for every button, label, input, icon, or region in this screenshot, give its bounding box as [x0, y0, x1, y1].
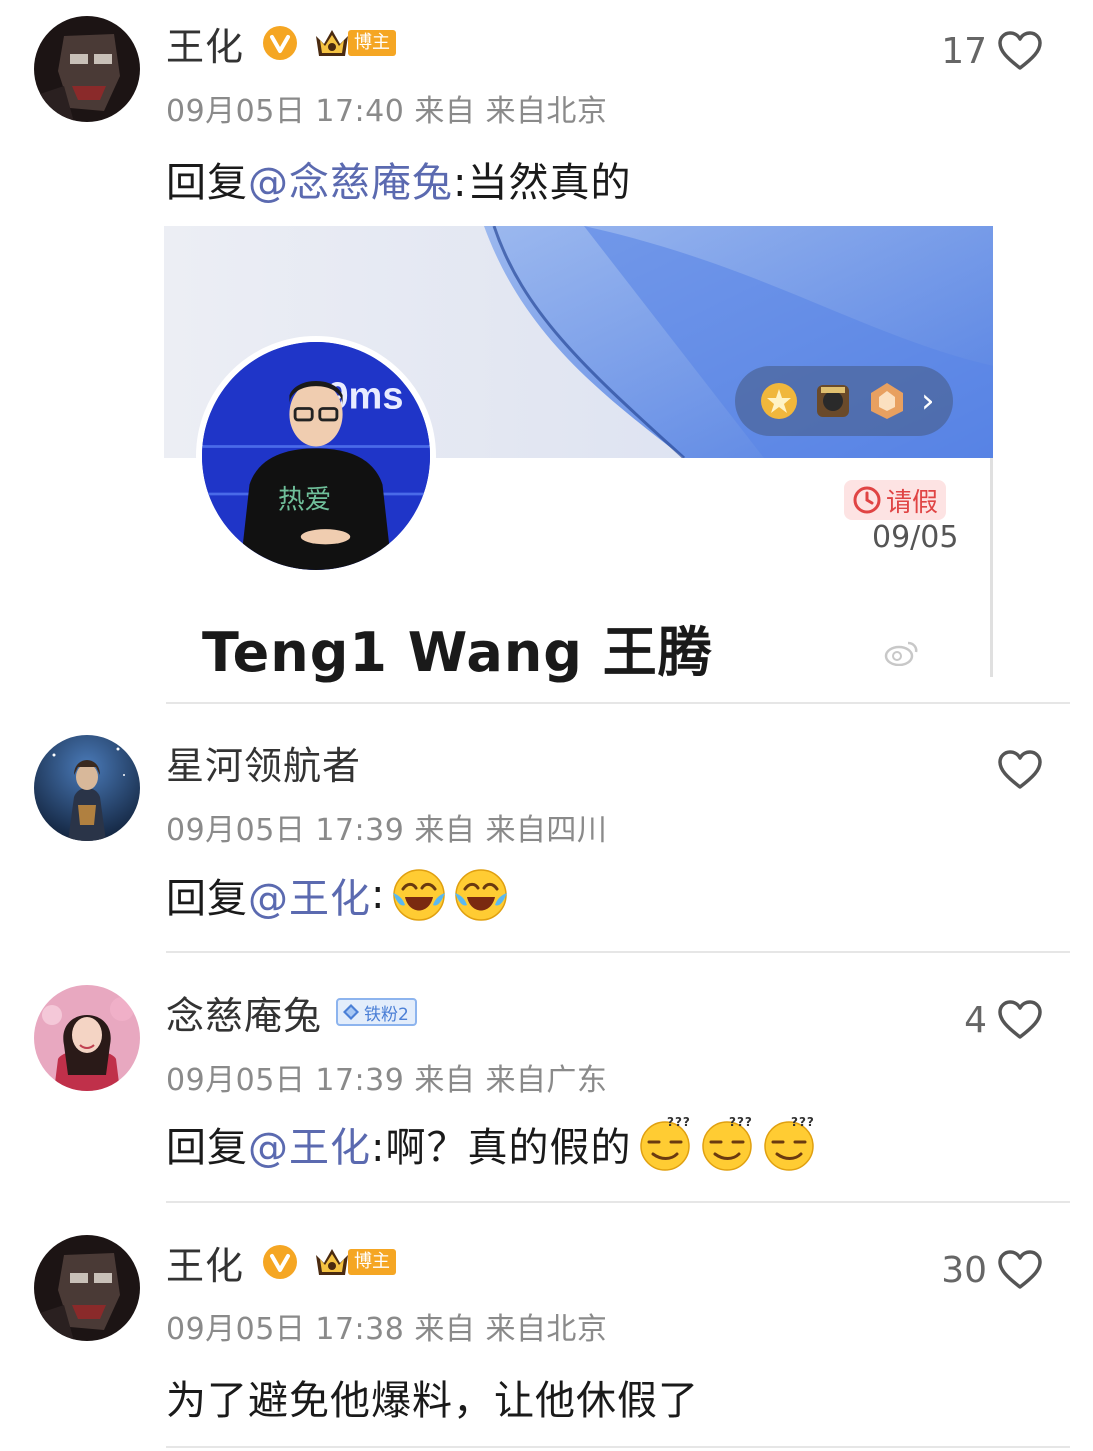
comment-time: 09月05日 17:39: [166, 1063, 405, 1098]
host-badge: 博主: [312, 26, 397, 60]
author-name[interactable]: 王化: [166, 16, 244, 71]
reply-prefix: 回复: [166, 876, 248, 922]
fan-level-badge: 铁粉2: [336, 998, 417, 1026]
author-name[interactable]: 星河领航者: [166, 735, 361, 790]
divider: [166, 1201, 1070, 1203]
author-name[interactable]: 念慈庵兔: [166, 985, 322, 1040]
avatar[interactable]: [34, 735, 140, 841]
gold-medal-icon: [761, 383, 797, 419]
profile-name: Teng1 Wang 王腾: [202, 621, 713, 684]
comment-meta: 09月05日 17:38 来自 来自北京: [166, 1304, 607, 1348]
avatar[interactable]: [34, 1235, 140, 1341]
comment-text: 回复 @念慈庵兔:当然真的: [166, 150, 631, 208]
comment-text: 回复 @王化:: [166, 866, 509, 924]
comment-time: 09月05日 17:40: [166, 94, 405, 129]
comment-time: 09月05日 17:39: [166, 813, 405, 848]
laugh-cry-emoji: [455, 869, 508, 921]
heart-icon: [998, 1250, 1042, 1289]
diamond-icon: [343, 1004, 360, 1020]
mention-link[interactable]: @念慈庵兔: [248, 150, 453, 208]
comment-time: 09月05日 17:38: [166, 1312, 405, 1347]
like-count: 17: [941, 30, 987, 72]
leave-date: 09/05: [872, 520, 959, 555]
divider: [166, 702, 1070, 704]
comment-meta: 09月05日 17:39 来自 来自四川: [166, 805, 607, 849]
mention-link[interactable]: @王化: [248, 1115, 371, 1173]
from-prefix: 来自: [414, 1312, 476, 1347]
laugh-cry-emoji: [393, 869, 446, 921]
like-button[interactable]: [987, 745, 1043, 795]
chevron-right-icon: ›: [921, 381, 935, 421]
mention-link[interactable]: @王化: [248, 866, 371, 924]
verified-icon: [263, 1245, 298, 1279]
confused-emoji: ???: [764, 1116, 815, 1171]
host-badge: 博主: [312, 1245, 397, 1279]
weibo-watermark: [884, 640, 918, 666]
from-prefix: 来自: [414, 94, 476, 129]
like-count: 30: [941, 1249, 987, 1291]
comment-location: 来自北京: [485, 1312, 608, 1347]
host-badge-label: 博主: [348, 30, 397, 56]
confused-emoji: ???: [702, 1116, 753, 1171]
leave-status-badge: 请假: [844, 480, 947, 520]
svg-text:???: ???: [791, 1116, 815, 1129]
comment-text: 为了避免他爆料，让他休假了: [166, 1368, 699, 1426]
host-badge-label: 博主: [348, 1249, 397, 1275]
reply-prefix: 回复: [166, 1125, 248, 1171]
verified-icon: [263, 26, 298, 60]
avatar-image: [34, 16, 140, 122]
leave-label: 请假: [886, 487, 939, 518]
like-button[interactable]: 17: [941, 26, 1043, 76]
avatar-image: [34, 985, 140, 1091]
medal-pill: ›: [735, 366, 953, 436]
like-button[interactable]: 4: [964, 995, 1043, 1045]
divider: [166, 1446, 1070, 1448]
fan-badge-label: 铁粉2: [364, 1004, 409, 1025]
rank-medal-icon: [871, 383, 903, 419]
avatar-image: [34, 735, 140, 841]
profile-avatar: 9ms 热爱: [196, 336, 436, 576]
confused-emoji: ???: [640, 1116, 691, 1171]
svg-text:???: ???: [667, 1116, 691, 1129]
reply-text: 为了避免他爆料，让他休假了: [166, 1378, 699, 1424]
reply-prefix: 回复: [166, 160, 248, 206]
avatar[interactable]: [34, 16, 140, 122]
divider: [166, 951, 1070, 953]
avatar-image: [34, 1235, 140, 1341]
weibo-logo-icon: [884, 641, 918, 666]
shirt-text: 热爱: [278, 484, 331, 515]
reply-text: :: [371, 872, 386, 918]
heart-icon: [998, 31, 1042, 70]
from-prefix: 来自: [414, 813, 476, 848]
comment-location: 来自广东: [485, 1063, 608, 1098]
clock-icon: [853, 486, 881, 514]
crown-icon: [316, 30, 349, 56]
svg-text:???: ???: [729, 1116, 753, 1129]
comment-meta: 09月05日 17:39 来自 来自广东: [166, 1055, 607, 1099]
comment-location: 来自四川: [485, 813, 608, 848]
from-prefix: 来自: [414, 1063, 476, 1098]
reply-text: :当然真的: [453, 160, 632, 206]
like-count: 4: [964, 999, 987, 1041]
crown-icon: [316, 1249, 349, 1275]
comment-location: 来自北京: [485, 94, 608, 129]
profile-photo: 9ms 热爱: [202, 342, 430, 570]
heart-icon: [998, 1000, 1042, 1039]
author-name[interactable]: 王化: [166, 1235, 244, 1290]
like-button[interactable]: 30: [941, 1245, 1043, 1295]
avatar[interactable]: [34, 985, 140, 1091]
comment-meta: 09月05日 17:40 来自 来自北京: [166, 86, 607, 130]
heart-icon: [998, 750, 1042, 789]
comment-text: 回复 @王化:啊？真的假的 ??? ??? ???: [166, 1115, 817, 1173]
game-medal-icon: [817, 385, 849, 417]
reply-text: :啊？真的假的: [371, 1125, 632, 1171]
